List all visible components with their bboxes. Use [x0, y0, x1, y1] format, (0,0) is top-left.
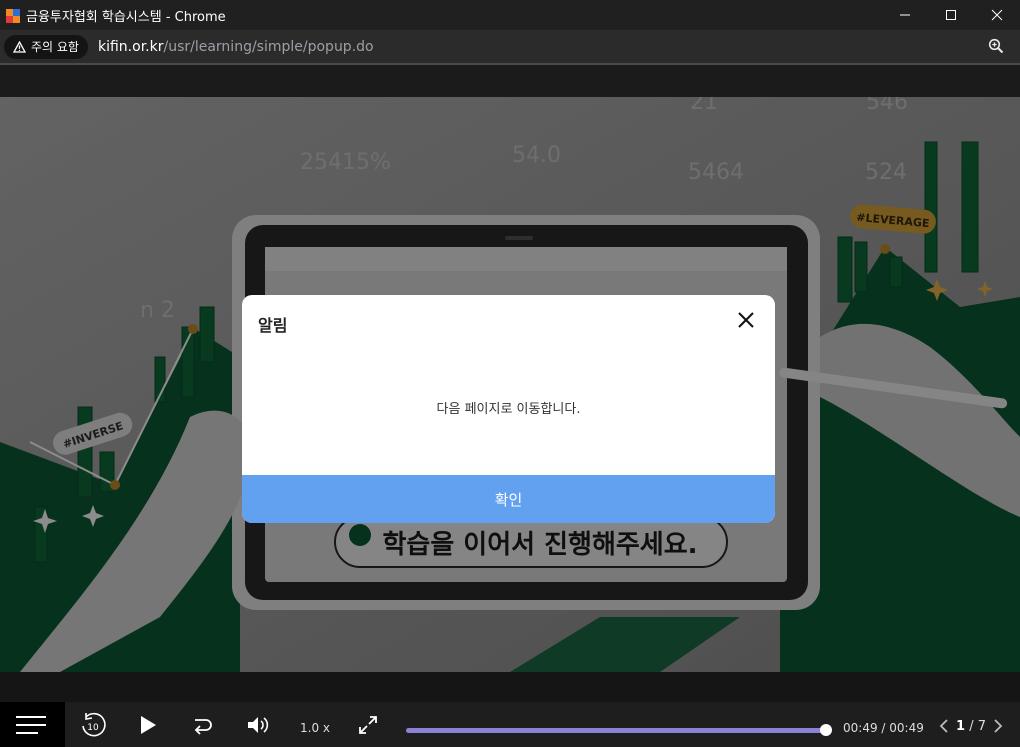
video-stage: 25415% 54.0 5464 524 21 546 n 2 #INVERSE: [0, 97, 1020, 672]
close-icon[interactable]: [735, 309, 757, 331]
rewind-seconds: 10: [87, 723, 99, 733]
confirm-button[interactable]: 확인: [242, 475, 775, 523]
page-separator: /: [969, 718, 974, 734]
minimize-icon[interactable]: [882, 0, 928, 30]
control-row: 10 1.0 x 00:49 / 00:49 1 / 7: [0, 702, 1020, 747]
playback-speed[interactable]: 1.0 x: [300, 721, 330, 735]
player-controls: 10 1.0 x 00:49 / 00:49 1 / 7: [0, 672, 1020, 747]
url-domain: kifin.or.kr: [97, 38, 164, 55]
progress-handle[interactable]: [820, 724, 832, 736]
url-path: /usr/learning/simple/popup.do: [163, 38, 374, 55]
dialog-title: 알림: [258, 316, 288, 335]
prev-page-icon[interactable]: [938, 718, 950, 734]
url-text[interactable]: kifin.or.kr/usr/learning/simple/popup.do: [98, 39, 374, 55]
player-top-bar: [0, 65, 1020, 97]
dialog-message: 다음 페이지로 이동합니다.: [436, 402, 581, 417]
address-bar: 주의 요함 kifin.or.kr/usr/learning/simple/po…: [0, 30, 1020, 63]
volume-icon[interactable]: [246, 714, 270, 740]
fullscreen-icon[interactable]: [357, 714, 379, 740]
progress-fill: [406, 728, 826, 733]
repeat-icon[interactable]: [191, 714, 213, 740]
next-page-icon[interactable]: [992, 718, 1004, 734]
play-icon[interactable]: [138, 714, 158, 740]
current-page: 1: [956, 718, 966, 734]
time-display: 00:49 / 00:49: [843, 721, 924, 735]
warning-icon: [13, 40, 26, 53]
warning-label: 주의 요함: [31, 40, 79, 54]
app-logo-icon: [6, 8, 20, 23]
zoom-icon[interactable]: [988, 38, 1004, 54]
rewind-10-icon[interactable]: 10: [78, 710, 108, 744]
security-warning-chip[interactable]: 주의 요함: [4, 34, 88, 59]
menu-icon[interactable]: [0, 702, 65, 747]
close-window-icon[interactable]: [974, 0, 1020, 30]
alert-dialog: 알림 다음 페이지로 이동합니다. 확인: [242, 295, 775, 523]
browser-titlebar: 금융투자협회 학습시스템 - Chrome: [0, 0, 1020, 30]
total-pages: 7: [977, 718, 986, 734]
maximize-icon[interactable]: [928, 0, 974, 30]
page-navigator: 1 / 7: [938, 718, 1004, 734]
window-title: 금융투자협회 학습시스템 - Chrome: [26, 9, 226, 25]
progress-bar[interactable]: [406, 724, 832, 736]
